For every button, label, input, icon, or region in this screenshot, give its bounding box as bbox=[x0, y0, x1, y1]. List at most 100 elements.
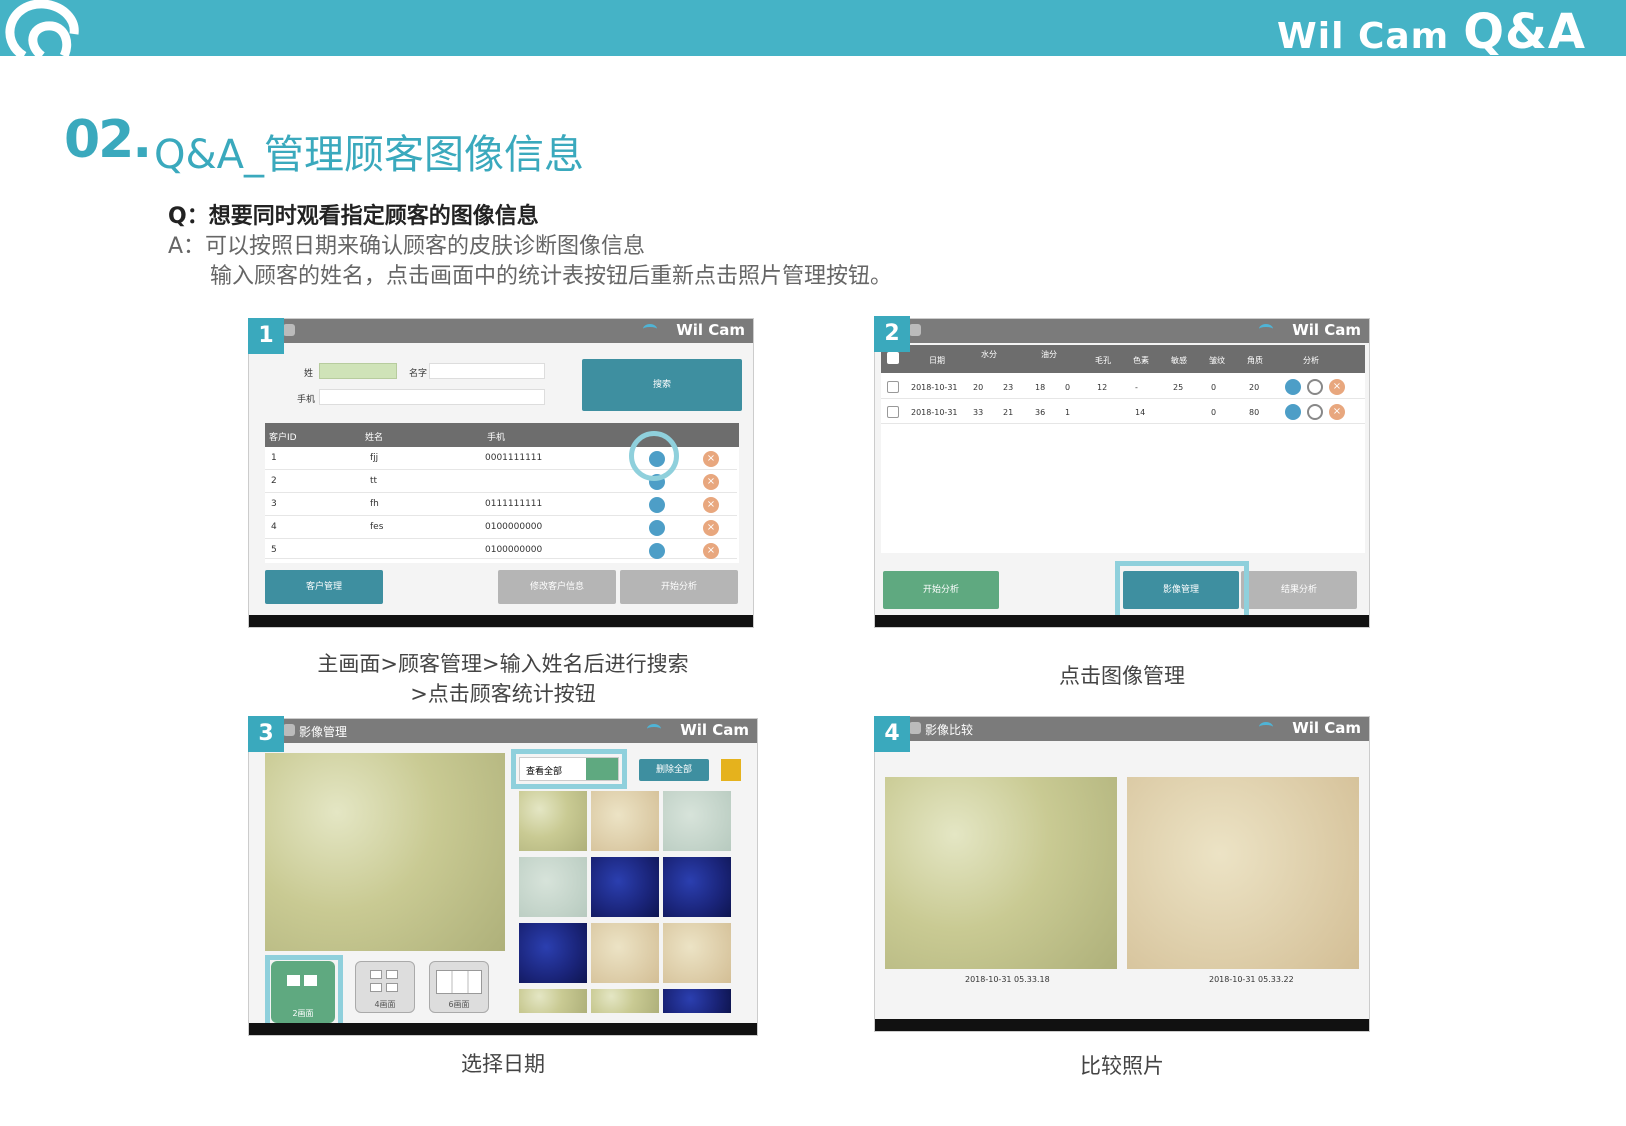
step-badge-3: 3 bbox=[248, 716, 284, 752]
page: Wil Cam Q&A 02. Q&A_管理顾客图像信息 Q：想要同时观看指定顾客… bbox=[0, 0, 1626, 1126]
thumbnail[interactable] bbox=[519, 923, 587, 983]
app-brand: Wil Cam bbox=[676, 321, 745, 339]
image-management-highlight bbox=[1115, 561, 1249, 623]
thumbnail[interactable] bbox=[591, 923, 659, 983]
caption-step-2: 点击图像管理 bbox=[1059, 664, 1185, 688]
thumbnail[interactable] bbox=[591, 857, 659, 917]
top-banner: Wil Cam Q&A bbox=[0, 0, 1626, 60]
row-checkbox[interactable] bbox=[887, 381, 899, 393]
delete-icon[interactable]: × bbox=[703, 543, 719, 559]
delete-icon[interactable]: × bbox=[1329, 404, 1345, 420]
col-header-name[interactable]: 姓名 bbox=[365, 430, 383, 443]
thumbnail[interactable] bbox=[663, 857, 731, 917]
thumbnail[interactable] bbox=[519, 791, 587, 851]
search-button[interactable]: 搜索 bbox=[582, 359, 742, 411]
start-analysis-button[interactable]: 开始分析 bbox=[620, 570, 738, 604]
question-text: Q：想要同时观看指定顾客的图像信息 bbox=[168, 204, 539, 229]
stats-icon[interactable] bbox=[649, 543, 665, 559]
layout-cell bbox=[370, 983, 382, 992]
image-management-icon[interactable] bbox=[1285, 404, 1301, 420]
thumbnail[interactable] bbox=[519, 989, 587, 1013]
thumbnail[interactable] bbox=[519, 857, 587, 917]
delete-icon[interactable]: × bbox=[703, 520, 719, 536]
stats-table: 日期 水分 油分 毛孔 色素 敏感 皱纹 角质 分析 2018-10-31 20… bbox=[881, 345, 1365, 553]
step-badge-2: 2 bbox=[874, 316, 910, 352]
phone-input[interactable] bbox=[319, 389, 545, 405]
screen-bottom-bar bbox=[875, 1019, 1369, 1031]
thumbnail[interactable] bbox=[663, 989, 731, 1013]
layout-highlight bbox=[265, 955, 343, 1031]
compare-icon[interactable] bbox=[1307, 404, 1323, 420]
layout-cell bbox=[386, 970, 398, 979]
screenshot-statistics-table: Wil Cam 日期 水分 油分 毛孔 色素 敏感 皱纹 角质 分析 2018-… bbox=[874, 318, 1370, 628]
menu-icon bbox=[283, 324, 295, 336]
logo-icon bbox=[5, 0, 79, 56]
screenshot-image-comparison: 影像比较 Wil Cam 2018-10-31 05.33.18 2018-10… bbox=[874, 716, 1370, 1032]
screen-bottom-bar bbox=[875, 615, 1369, 627]
thumbnail[interactable] bbox=[663, 923, 731, 983]
wifi-icon bbox=[1259, 324, 1273, 334]
caption-step-1: 主画面>顾客管理>输入姓名后进行搜索 >点击顾客统计按钮 bbox=[317, 652, 689, 706]
section-number: 02. bbox=[64, 110, 152, 170]
delete-icon[interactable]: × bbox=[703, 451, 719, 467]
screenshot-customer-management: Wil Cam 姓 名字 手机 搜索 客户ID 姓名 手机 1 fjj 000111… bbox=[248, 318, 754, 628]
answer-text-2: 输入顾客的姓名，点击画面中的统计表按钮后重新点击照片管理按钮。 bbox=[210, 264, 893, 289]
brand-logo-text: Wil Cam Q&A bbox=[1277, 4, 1586, 60]
right-timestamp: 2018-10-31 05.33.22 bbox=[1209, 975, 1294, 984]
result-analysis-button[interactable]: 结果分析 bbox=[1241, 571, 1357, 609]
customer-management-button[interactable]: 客户管理 bbox=[265, 570, 383, 604]
surname-input[interactable] bbox=[319, 363, 397, 379]
app-brand: Wil Cam bbox=[1292, 321, 1361, 339]
stats-button-highlight bbox=[629, 431, 679, 481]
row-checkbox[interactable] bbox=[887, 406, 899, 418]
surname-label: 姓 bbox=[304, 369, 314, 379]
layout-cell bbox=[436, 970, 482, 994]
thumbnail[interactable] bbox=[663, 791, 731, 851]
app-brand: Wil Cam bbox=[680, 721, 749, 739]
app-titlebar: 影像管理 Wil Cam bbox=[249, 719, 757, 743]
given-name-input[interactable] bbox=[429, 363, 545, 379]
edit-customer-button[interactable]: 修改客户信息 bbox=[498, 570, 616, 604]
answer-text: A：可以按照日期来确认顾客的皮肤诊断图像信息 bbox=[168, 234, 646, 259]
image-management-icon[interactable] bbox=[1285, 379, 1301, 395]
table-row[interactable]: 3 fh 0111111111 × bbox=[265, 493, 737, 516]
app-titlebar: Wil Cam bbox=[249, 319, 753, 343]
col-header-id[interactable]: 客户ID bbox=[269, 430, 297, 443]
compare-icon[interactable] bbox=[1307, 379, 1323, 395]
page-title: Q&A_管理顾客图像信息 bbox=[154, 132, 585, 178]
thumbnail[interactable] bbox=[591, 791, 659, 851]
trash-icon[interactable] bbox=[721, 759, 741, 781]
stats-icon[interactable] bbox=[649, 520, 665, 536]
table-header: 日期 水分 油分 毛孔 色素 敏感 皱纹 角质 分析 bbox=[881, 345, 1365, 373]
select-all-checkbox[interactable] bbox=[887, 352, 899, 364]
table-row[interactable]: 4 fes 0100000000 × bbox=[265, 516, 737, 539]
table-row[interactable]: 5 0100000000 × bbox=[265, 539, 737, 559]
app-brand: Wil Cam bbox=[1292, 719, 1361, 737]
delete-icon[interactable]: × bbox=[1329, 379, 1345, 395]
table-row[interactable]: 2018-10-31 33 21 36 1 14 0 80 × bbox=[881, 400, 1365, 424]
caption-step-3: 选择日期 bbox=[461, 1052, 545, 1076]
delete-icon[interactable]: × bbox=[703, 497, 719, 513]
delete-icon[interactable]: × bbox=[703, 474, 719, 490]
stats-icon[interactable] bbox=[649, 497, 665, 513]
table-row[interactable]: 2018-10-31 20 23 18 0 12 - 25 0 20 × bbox=[881, 375, 1365, 399]
caption-step-4: 比较照片 bbox=[1080, 1054, 1164, 1078]
compare-image-left bbox=[885, 777, 1117, 969]
delete-all-button[interactable]: 删除全部 bbox=[639, 759, 709, 781]
layout-6-button[interactable]: 6画面 bbox=[429, 961, 489, 1013]
compare-image-right bbox=[1127, 777, 1359, 969]
phone-label: 手机 bbox=[297, 395, 316, 405]
menu-icon bbox=[909, 722, 921, 734]
app-titlebar: Wil Cam bbox=[875, 319, 1369, 343]
app-titlebar: 影像比较 Wil Cam bbox=[875, 717, 1369, 741]
thumbnail[interactable] bbox=[591, 989, 659, 1013]
screen-bottom-bar bbox=[249, 1023, 757, 1035]
screenshot-image-management: 影像管理 Wil Cam 2画面 4画面 6画面 查看全部 删除全部 bbox=[248, 718, 758, 1036]
start-analysis-button[interactable]: 开始分析 bbox=[883, 571, 999, 609]
left-timestamp: 2018-10-31 05.33.18 bbox=[965, 975, 1050, 984]
screen-title: 影像比较 bbox=[925, 723, 974, 737]
layout-cell bbox=[386, 983, 398, 992]
layout-4-button[interactable]: 4画面 bbox=[355, 961, 415, 1013]
step-badge-4: 4 bbox=[874, 716, 910, 752]
selected-skin-image bbox=[265, 753, 505, 951]
